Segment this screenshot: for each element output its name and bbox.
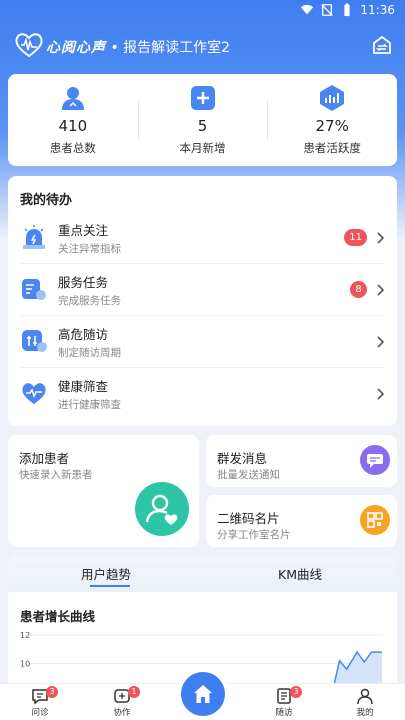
qrcode-icon bbox=[360, 505, 390, 535]
stat-value: 5 bbox=[197, 117, 208, 135]
chevron-right-icon bbox=[377, 388, 385, 400]
stat-activity-rate[interactable]: 27% 患者活跃度 bbox=[267, 74, 397, 166]
user-icon bbox=[357, 688, 373, 705]
todo-sub: 进行健康筛查 bbox=[58, 399, 121, 411]
count-badge: 8 bbox=[350, 281, 367, 298]
stat-label: 本月新增 bbox=[179, 141, 226, 155]
stat-new-this-month[interactable]: 5 本月新增 bbox=[137, 74, 268, 166]
add-patient-card[interactable]: 添加患者 快速录入新患者 bbox=[8, 435, 199, 547]
y-tick-label: 10 bbox=[20, 660, 30, 669]
nav-badge: 3 bbox=[290, 686, 302, 698]
trend-tabs: 用户趋势 KM曲线 bbox=[8, 556, 397, 592]
count-badge: 11 bbox=[344, 229, 367, 246]
status-time: 11:36 bbox=[360, 3, 395, 17]
chevron-right-icon bbox=[377, 232, 385, 244]
nav-label: 协作 bbox=[113, 708, 131, 718]
tab-km-curve[interactable]: KM曲线 bbox=[278, 564, 322, 583]
qrcode-card[interactable]: 二维码名片 分享工作室名片 bbox=[206, 495, 397, 547]
stat-label: 患者总数 bbox=[49, 141, 96, 155]
todo-name: 服务任务 bbox=[58, 275, 109, 290]
nav-mine[interactable]: 我的 bbox=[335, 684, 395, 720]
heart-pulse-icon bbox=[22, 383, 46, 404]
nav-consult[interactable]: 问诊 3 bbox=[10, 684, 70, 720]
todo-sub: 关注异常指标 bbox=[58, 243, 121, 255]
home-icon bbox=[194, 685, 212, 703]
todo-item-key-focus[interactable]: 重点关注 关注异常指标 11 bbox=[8, 212, 397, 264]
card-sub: 快速录入新患者 bbox=[19, 469, 93, 481]
stat-total-patients[interactable]: 410 患者总数 bbox=[8, 74, 138, 166]
document-icon bbox=[22, 279, 46, 300]
todo-sub: 完成服务任务 bbox=[58, 295, 121, 307]
chart-icon bbox=[320, 85, 345, 111]
home-button[interactable] bbox=[181, 672, 225, 716]
card-name: 群发消息 bbox=[217, 451, 268, 466]
todo-item-service-tasks[interactable]: 服务任务 完成服务任务 8 bbox=[8, 264, 397, 316]
studio-name: 报告解读工作室2 bbox=[123, 40, 231, 56]
app-title: 心阅心声 • 报告解读工作室2 bbox=[46, 37, 230, 57]
add-patient-icon bbox=[135, 482, 189, 536]
battery-icon bbox=[344, 3, 351, 17]
nav-followup[interactable]: 随访 3 bbox=[254, 684, 314, 720]
title-bar: 心阅心声 • 报告解读工作室2 bbox=[0, 28, 405, 64]
nav-label: 我的 bbox=[356, 708, 374, 718]
chevron-right-icon bbox=[377, 336, 385, 348]
nav-badge: 1 bbox=[128, 686, 140, 698]
card-sub: 批量发送通知 bbox=[217, 469, 280, 481]
stat-value: 27% bbox=[315, 117, 349, 135]
switch-studio-icon[interactable] bbox=[371, 34, 393, 56]
stat-value: 410 bbox=[58, 117, 88, 135]
todo-card: 我的待办 重点关注 关注异常指标 11 服务任务 完成服务任务 8 高危随访 制… bbox=[8, 176, 397, 426]
tab-user-trend[interactable]: 用户趋势 bbox=[81, 564, 131, 583]
card-sub: 分享工作室名片 bbox=[217, 529, 291, 541]
sim-off-icon bbox=[321, 4, 334, 16]
patient-icon bbox=[61, 87, 84, 110]
y-tick-label: 12 bbox=[20, 631, 30, 640]
todo-name: 健康筛查 bbox=[58, 379, 109, 394]
active-tab-indicator bbox=[90, 585, 130, 587]
todo-name: 高危随访 bbox=[58, 327, 109, 342]
card-name: 添加患者 bbox=[19, 451, 70, 466]
brand-logo-icon bbox=[15, 33, 43, 58]
todo-item-health-screening[interactable]: 健康筛查 进行健康筛查 bbox=[8, 368, 397, 420]
broadcast-message-card[interactable]: 群发消息 批量发送通知 bbox=[206, 435, 397, 487]
todo-name: 重点关注 bbox=[58, 223, 109, 238]
todo-sub: 制定随访周期 bbox=[58, 347, 121, 359]
todo-item-high-risk-followup[interactable]: 高危随访 制定随访周期 bbox=[8, 316, 397, 368]
plus-icon bbox=[190, 86, 215, 110]
chart-title: 患者增长曲线 bbox=[20, 609, 96, 624]
nav-label: 随访 bbox=[275, 708, 293, 718]
followup-icon bbox=[22, 330, 47, 352]
stat-label: 患者活跃度 bbox=[303, 141, 361, 155]
title-separator: • bbox=[106, 40, 124, 56]
card-name: 二维码名片 bbox=[217, 511, 280, 526]
stats-card: 410 患者总数 5 本月新增 27% 患者活跃度 bbox=[8, 74, 397, 166]
brand-name: 心阅心声 bbox=[46, 40, 106, 56]
message-icon bbox=[360, 445, 390, 475]
nav-collaborate[interactable]: 协作 1 bbox=[92, 684, 152, 720]
alarm-icon bbox=[23, 225, 45, 249]
nav-badge: 3 bbox=[46, 686, 58, 698]
wifi-icon bbox=[301, 4, 314, 15]
status-bar: 11:36 bbox=[0, 0, 405, 22]
chevron-right-icon bbox=[377, 284, 385, 296]
todo-title: 我的待办 bbox=[20, 193, 73, 208]
nav-label: 问诊 bbox=[31, 708, 49, 718]
